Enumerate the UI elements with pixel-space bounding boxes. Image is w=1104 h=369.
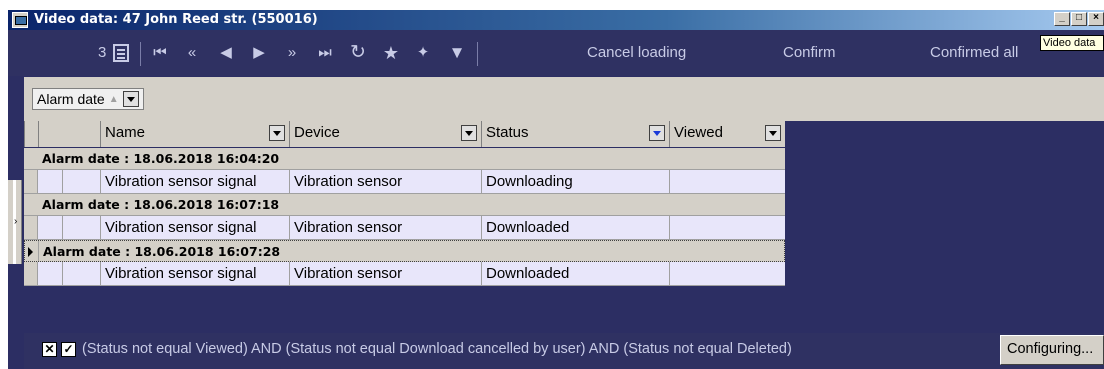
column-header-name[interactable]: Name — [100, 121, 289, 147]
group-label: Alarm date : 18.06.2018 16:04:20 — [42, 151, 280, 166]
next-icon[interactable]: ▶ — [248, 42, 270, 64]
record-count: 3 — [98, 44, 107, 61]
minimize-button[interactable]: _ — [1054, 12, 1070, 26]
star-add-icon[interactable]: ✦ — [412, 42, 434, 64]
group-by-label: Alarm date — [37, 91, 105, 107]
cancel-loading-button[interactable]: Cancel loading — [587, 42, 686, 64]
column-header-status[interactable]: Status — [481, 121, 669, 147]
cell-device: Vibration sensor — [289, 170, 481, 194]
filter-dropdown-icon[interactable] — [269, 125, 285, 141]
header-spacer — [38, 121, 100, 147]
toolbar-separator — [140, 42, 141, 66]
dropdown-arrow-icon[interactable] — [122, 91, 139, 107]
expand-icon: › — [14, 216, 18, 227]
previous-icon[interactable]: ◀ — [215, 42, 237, 64]
table-header: Name Device Status Viewed — [24, 121, 785, 147]
side-panel-handle[interactable]: › — [8, 180, 22, 264]
row-indicator — [24, 262, 38, 285]
filter-dropdown-icon[interactable] — [765, 125, 781, 141]
clear-filter-checkbox[interactable]: ✕ — [42, 342, 57, 357]
filter-dropdown-icon[interactable] — [461, 125, 477, 141]
column-label: Device — [294, 124, 340, 141]
toolbar-separator — [477, 42, 478, 66]
column-label: Status — [486, 124, 529, 141]
row-indicator — [24, 170, 38, 193]
cell-viewed — [669, 170, 785, 194]
group-row[interactable]: Alarm date : 18.06.2018 16:07:18 — [24, 194, 785, 216]
next-page-icon[interactable]: » — [281, 42, 303, 64]
confirm-button[interactable]: Confirm — [783, 42, 836, 64]
group-label: Alarm date : 18.06.2018 16:07:18 — [42, 197, 280, 212]
row-spacer — [62, 170, 100, 194]
title-bar: Video data: 47 John Reed str. (550016) _… — [8, 10, 1104, 30]
row-spacer — [62, 262, 100, 286]
cell-status: Downloading — [481, 170, 669, 194]
cell-status: Downloaded — [481, 262, 669, 286]
tooltip: Video data — [1040, 35, 1104, 51]
toolbar: 3 ⏮ « ◀ ▶ » ⏭ ↻ ★ ✦ ▼ Cancel loading Con… — [8, 30, 1104, 76]
last-icon[interactable]: ⏭ — [314, 42, 336, 64]
sort-ascending-icon: ▲ — [108, 93, 119, 105]
row-indicator — [24, 216, 38, 239]
cell-name: Vibration sensor signal — [100, 170, 289, 194]
maximize-button[interactable]: □ — [1071, 12, 1087, 26]
cell-name: Vibration sensor signal — [100, 216, 289, 240]
header-indicator — [24, 121, 38, 147]
table-row[interactable]: Vibration sensor signal Vibration sensor… — [24, 262, 785, 286]
column-label: Name — [105, 124, 146, 141]
group-by-alarm-date[interactable]: Alarm date ▲ — [32, 88, 144, 110]
window-title: Video data: 47 John Reed str. (550016) — [34, 12, 318, 27]
cell-viewed — [669, 262, 785, 286]
cell-viewed — [669, 216, 785, 240]
cell-name: Vibration sensor signal — [100, 262, 289, 286]
star-icon[interactable]: ★ — [380, 42, 402, 64]
previous-page-icon[interactable]: « — [181, 42, 203, 64]
table-row[interactable]: Vibration sensor signal Vibration sensor… — [24, 170, 785, 194]
configuring-button[interactable]: Configuring... — [1000, 335, 1104, 365]
group-row-selected[interactable]: Alarm date : 18.06.2018 16:07:28 — [24, 240, 785, 262]
filter-icon[interactable]: ▼ — [446, 42, 468, 64]
column-label: Viewed — [674, 124, 723, 141]
cell-device: Vibration sensor — [289, 262, 481, 286]
row-spacer — [62, 216, 100, 240]
filter-enabled-checkbox[interactable]: ✓ — [61, 342, 76, 357]
cell-status: Downloaded — [481, 216, 669, 240]
filter-expression: (Status not equal Viewed) AND (Status no… — [82, 341, 792, 357]
column-header-viewed[interactable]: Viewed — [669, 121, 785, 147]
filter-active-dropdown-icon[interactable] — [649, 125, 665, 141]
group-row[interactable]: Alarm date : 18.06.2018 16:04:20 — [24, 148, 785, 170]
current-row-indicator — [25, 241, 39, 261]
group-label: Alarm date : 18.06.2018 16:07:28 — [43, 244, 281, 259]
confirmed-all-button[interactable]: Confirmed all — [930, 42, 1018, 64]
column-header-device[interactable]: Device — [289, 121, 481, 147]
app-icon — [12, 12, 28, 28]
first-icon[interactable]: ⏮ — [149, 42, 171, 64]
close-button[interactable]: × — [1088, 12, 1104, 26]
refresh-icon[interactable]: ↻ — [347, 42, 369, 64]
group-by-panel — [24, 77, 1104, 121]
table-view-icon[interactable] — [113, 44, 129, 62]
cell-device: Vibration sensor — [289, 216, 481, 240]
table-row[interactable]: Vibration sensor signal Vibration sensor… — [24, 216, 785, 240]
